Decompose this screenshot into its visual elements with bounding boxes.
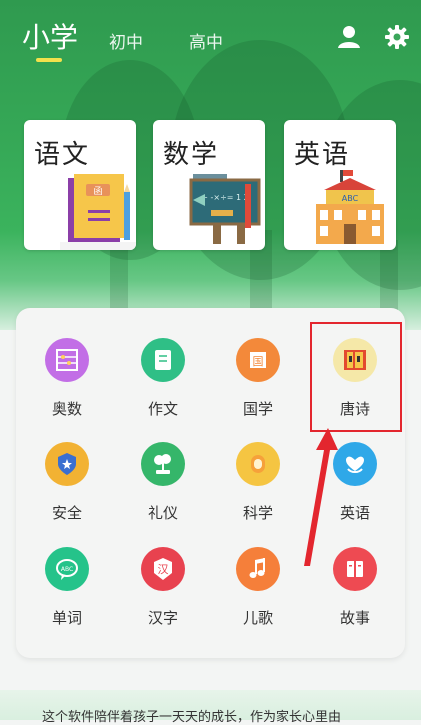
shield-icon xyxy=(45,442,89,486)
grid-item-label: 安全 xyxy=(51,504,82,522)
active-tab-indicator xyxy=(36,58,62,62)
grid-item-vocabulary[interactable]: ABC 单词 xyxy=(21,547,113,647)
annotation-arrow xyxy=(304,428,338,566)
grid-item-label: 儿歌 xyxy=(242,609,273,627)
grid-item-safety[interactable]: 安全 xyxy=(21,442,113,542)
grid-item-etiquette[interactable]: 礼仪 xyxy=(117,442,209,542)
footer-text: 这个软件陪伴着孩子一天天的成长，作为家长心里由 xyxy=(42,710,342,725)
grid-item-classics[interactable]: 国 国学 xyxy=(212,338,304,438)
svg-text:汉: 汉 xyxy=(158,563,169,576)
tab-middle-school[interactable]: 初中 xyxy=(109,28,143,53)
svg-text:函: 函 xyxy=(93,186,102,197)
tab-primary-school[interactable]: 小学 xyxy=(22,16,78,56)
user-icon[interactable] xyxy=(336,24,362,50)
subject-card-english[interactable]: 英语 ABC xyxy=(284,120,396,250)
tab-high-school[interactable]: 高中 xyxy=(189,28,223,53)
abacus-icon xyxy=(45,338,89,382)
bonsai-icon xyxy=(141,442,185,486)
svg-text:ABC: ABC xyxy=(342,194,359,203)
svg-text:+ -×÷= 1 2: + -×÷= 1 2 xyxy=(201,193,249,202)
svg-text:ABC: ABC xyxy=(61,566,73,573)
grid-item-composition[interactable]: 作文 xyxy=(117,338,209,438)
speech-bubble-icon: ABC xyxy=(45,547,89,591)
grid-item-hanzi[interactable]: 汉 汉字 xyxy=(117,547,209,647)
grid-item-label: 故事 xyxy=(339,609,370,627)
grid-item-olympiad-math[interactable]: 奥数 xyxy=(21,338,113,438)
gear-icon[interactable] xyxy=(384,24,410,50)
subject-card-math[interactable]: 数学 + -×÷= 1 2 xyxy=(153,120,265,250)
lab-icon xyxy=(236,442,280,486)
subject-card-chinese[interactable]: 语文 函 xyxy=(24,120,136,250)
blackboard-icon: + -×÷= 1 2 xyxy=(189,174,261,244)
subject-title: 英语 xyxy=(294,140,351,170)
subject-title: 数学 xyxy=(163,140,220,170)
seal-icon: 国 xyxy=(236,338,280,382)
highlight-box xyxy=(310,322,402,432)
grid-item-label: 作文 xyxy=(147,400,178,418)
grid-item-label: 奥数 xyxy=(51,400,82,418)
svg-text:国: 国 xyxy=(253,355,264,368)
badge-icon: 汉 xyxy=(141,547,185,591)
music-note-icon xyxy=(236,547,280,591)
scroll-icon xyxy=(141,338,185,382)
school-icon: ABC xyxy=(316,170,384,244)
grid-item-label: 礼仪 xyxy=(147,504,178,522)
grid-item-label: 国学 xyxy=(242,400,273,418)
books-icon: 函 xyxy=(60,174,136,250)
subject-title: 语文 xyxy=(34,140,91,170)
grid-item-label: 单词 xyxy=(51,609,82,627)
grid-item-label: 汉字 xyxy=(147,609,178,627)
top-bar: 小学 初中 高中 xyxy=(0,0,421,70)
